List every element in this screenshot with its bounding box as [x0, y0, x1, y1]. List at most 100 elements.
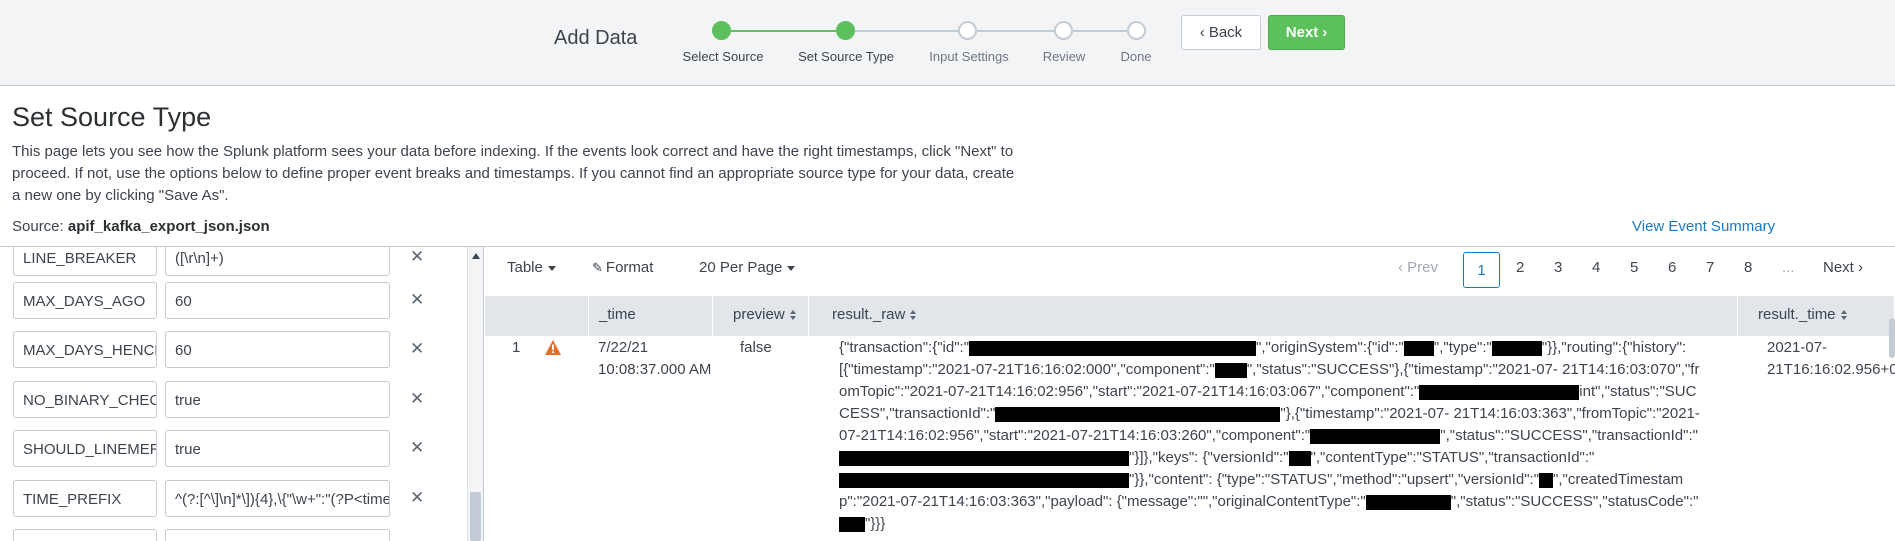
results-toolbar: Table ✎ Format 20 Per Page ‹ Prev 2 3 4 5…	[485, 247, 1895, 295]
column-header-label: result._time	[1758, 306, 1836, 323]
pager-page-4[interactable]: 4	[1592, 259, 1600, 276]
pager-page-2[interactable]: 2	[1516, 259, 1524, 276]
raw-segment: ","type":"	[1433, 339, 1492, 356]
step-label-select-source: Select Source	[682, 49, 764, 64]
redaction-block	[839, 450, 1129, 466]
setting-value-input[interactable]: ^(?:[^\]\n]*\]){4},\{"\w+":"(?P<timestam…	[165, 480, 390, 517]
close-icon[interactable]: ✕	[410, 290, 424, 310]
page-title: Set Source Type	[12, 102, 212, 132]
raw-segment: {"versionId":"	[1202, 449, 1289, 466]
sort-icon	[789, 310, 797, 321]
close-icon[interactable]: ✕	[410, 438, 424, 458]
view-event-summary-link[interactable]: View Event Summary	[1632, 218, 1775, 235]
close-icon[interactable]: ✕	[410, 488, 424, 508]
column-header-result-raw[interactable]: result._raw	[809, 296, 1738, 336]
raw-segment: ","status":"SUCCESS","statusCode":"	[1450, 493, 1699, 510]
raw-segment: ","status":"SUCCESS","transactionId":"	[1440, 427, 1698, 444]
chevron-right-icon: ›	[1858, 259, 1864, 276]
redaction-block	[1288, 450, 1311, 466]
redaction-block	[1310, 428, 1391, 444]
table-view-dropdown[interactable]: Table	[507, 259, 556, 276]
pager-prev[interactable]: ‹ Prev	[1398, 259, 1438, 276]
redaction-block	[1403, 340, 1434, 356]
scroll-thumb[interactable]	[470, 492, 481, 541]
source-label: Source:	[12, 218, 64, 235]
pager-next-label: Next	[1823, 259, 1854, 276]
results-scrollbar[interactable]	[1889, 318, 1895, 358]
column-header-result-time[interactable]: result._time	[1738, 296, 1895, 336]
step-label-done: Done	[1120, 49, 1152, 64]
pager-next[interactable]: Next ›	[1823, 259, 1863, 276]
close-icon[interactable]: ✕	[410, 389, 424, 409]
source-filename: apif_kafka_export_json.json	[67, 218, 270, 235]
setting-value-input[interactable]: 60	[165, 331, 390, 368]
pager-prev-label: Prev	[1407, 259, 1439, 276]
raw-segment: {"type":"STATUS","method":"upsert","vers…	[1216, 471, 1540, 488]
step-dot-set-source-type	[836, 21, 855, 40]
pager-page-5[interactable]: 5	[1630, 259, 1638, 276]
redaction-block	[1419, 384, 1580, 400]
caret-down-icon	[547, 265, 556, 271]
close-icon[interactable]: ✕	[410, 339, 424, 359]
redaction-block	[969, 340, 1257, 356]
setting-value-input[interactable]	[165, 529, 390, 541]
raw-segment: ","originSystem":{"id":"	[1256, 339, 1404, 356]
result-time-value: 2021-07- 21T16:16:02.956+0	[1767, 337, 1895, 381]
step-dot-select-source	[712, 21, 731, 40]
setting-value-input[interactable]: 60	[165, 282, 390, 319]
setting-key-input[interactable]: LINE_BREAKER	[13, 247, 157, 276]
step-dot-review	[1054, 21, 1073, 40]
pager-page-6[interactable]: 6	[1668, 259, 1676, 276]
close-icon[interactable]: ✕	[410, 247, 424, 267]
row-index: 1	[512, 339, 521, 356]
pager-page-8[interactable]: 8	[1744, 259, 1752, 276]
raw-segment: "}}}	[865, 515, 886, 532]
setting-value-input[interactable]: ([\r\n]+)	[165, 247, 390, 276]
sort-icon	[1840, 310, 1848, 321]
chevron-right-icon: ›	[1322, 24, 1328, 41]
raw-segment: "}]},"keys":	[1129, 449, 1199, 466]
warning-icon[interactable]	[545, 340, 561, 355]
setting-value-input[interactable]: true	[165, 381, 390, 418]
column-header-time[interactable]: _time	[589, 296, 713, 336]
raw-segment: "}},"routing":{"history":	[1541, 339, 1687, 356]
format-button[interactable]: ✎ Format	[592, 259, 653, 276]
column-header-label: preview	[733, 306, 785, 323]
wizard-header: Add Data Select Source Set Source Type I…	[0, 0, 1895, 86]
result-time-line-1: 2021-07-	[1767, 339, 1828, 356]
setting-key-input[interactable]: NO_BINARY_CHECK	[13, 381, 157, 418]
settings-scrollbar[interactable]	[467, 247, 483, 541]
redaction-block	[1365, 494, 1451, 510]
raw-segment: [{"timestamp":"2021-07-21T16:16:02:000",…	[839, 361, 1215, 378]
page-description: This page lets you see how the Splunk pl…	[12, 143, 1015, 204]
step-connector	[722, 30, 845, 32]
redaction-block	[1539, 472, 1554, 488]
setting-key-input[interactable]	[13, 529, 157, 541]
redaction-block	[839, 516, 865, 532]
column-header-label: result._raw	[832, 306, 906, 323]
pager-page-1[interactable]: 1	[1463, 252, 1500, 288]
column-header-index	[485, 296, 589, 336]
format-label: Format	[605, 259, 654, 276]
step-label-input-settings: Input Settings	[929, 49, 1009, 64]
chevron-left-icon: ‹	[1199, 24, 1205, 41]
setting-key-input[interactable]: SHOULD_LINEMERGE	[13, 430, 157, 467]
pager-page-3[interactable]: 3	[1554, 259, 1562, 276]
setting-key-input[interactable]: MAX_DAYS_AGO	[13, 282, 157, 319]
back-button-label: Back	[1208, 24, 1243, 41]
next-button[interactable]: Next ›	[1268, 15, 1345, 50]
next-button-label: Next	[1285, 24, 1319, 41]
pager-page-7[interactable]: 7	[1706, 259, 1714, 276]
back-button[interactable]: ‹ Back	[1181, 15, 1261, 50]
step-connector	[845, 30, 1135, 32]
per-page-dropdown[interactable]: 20 Per Page	[699, 259, 796, 276]
source-line: Source: apif_kafka_export_json.json	[12, 218, 270, 235]
redaction-block	[1491, 340, 1542, 356]
setting-key-input[interactable]: TIME_PREFIX	[13, 480, 157, 517]
setting-value-input[interactable]: true	[165, 430, 390, 467]
column-header-preview[interactable]: preview	[713, 296, 809, 336]
step-label-set-source-type: Set Source Type	[798, 49, 894, 64]
preview-value: false	[740, 339, 772, 356]
scroll-up-icon[interactable]	[472, 253, 480, 259]
setting-key-input[interactable]: MAX_DAYS_HENCE	[13, 331, 157, 368]
